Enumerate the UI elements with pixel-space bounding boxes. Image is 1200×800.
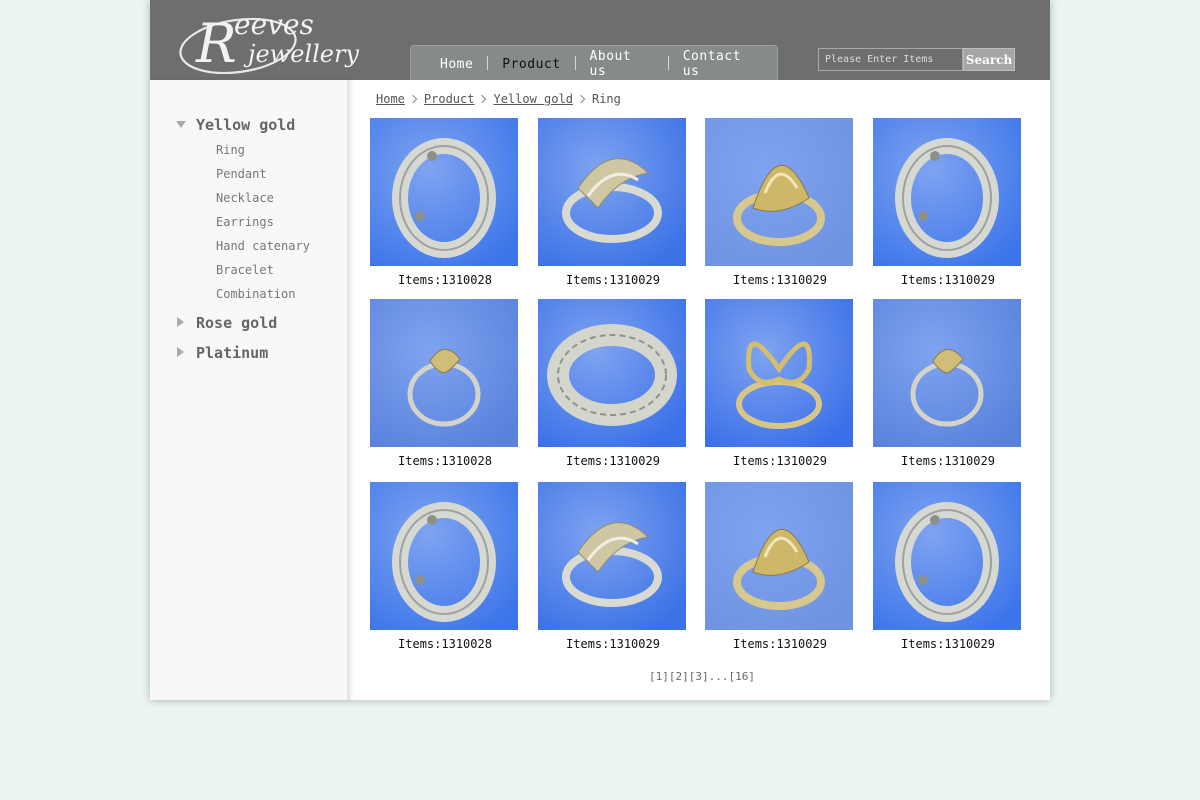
- logo-graphic: R eeves jewellery: [179, 8, 359, 75]
- category-label: Yellow gold: [196, 116, 296, 134]
- product-caption[interactable]: Items:1310029: [538, 637, 688, 651]
- breadcrumb-product[interactable]: Product: [424, 92, 475, 106]
- breadcrumb-yellow-gold[interactable]: Yellow gold: [493, 92, 572, 106]
- search-input[interactable]: [818, 48, 963, 71]
- search-button[interactable]: Search: [963, 48, 1015, 71]
- product-image[interactable]: [538, 299, 686, 447]
- category-rose-gold[interactable]: Rose gold: [150, 312, 350, 334]
- product-card[interactable]: Items:1310029: [705, 118, 855, 287]
- caret-down-icon: [176, 121, 186, 128]
- product-image[interactable]: [370, 118, 518, 266]
- caret-right-icon: [177, 347, 184, 357]
- nav-item-home[interactable]: Home: [426, 57, 487, 72]
- product-card[interactable]: Items:1310028: [370, 118, 520, 287]
- product-card[interactable]: Items:1310029: [538, 299, 688, 468]
- product-card[interactable]: Items:1310029: [705, 482, 855, 651]
- subcategory-combination[interactable]: Combination: [216, 286, 295, 302]
- page: R eeves jewellery Home Product About us …: [150, 0, 1050, 700]
- product-image[interactable]: [873, 299, 1021, 447]
- product-content: Home Product Yellow gold Ring Items:1310…: [353, 80, 1050, 700]
- product-caption[interactable]: Items:1310029: [705, 454, 855, 468]
- nav-item-about-us[interactable]: About us: [576, 49, 668, 79]
- category-yellow-gold[interactable]: Yellow gold: [150, 114, 350, 136]
- chevron-right-icon: [478, 94, 487, 104]
- page-link-1[interactable]: [1]: [649, 670, 669, 683]
- product-image[interactable]: [873, 118, 1021, 266]
- category-platinum[interactable]: Platinum: [150, 342, 350, 364]
- product-caption[interactable]: Items:1310029: [538, 273, 688, 287]
- product-image[interactable]: [705, 482, 853, 630]
- category-label: Platinum: [196, 344, 269, 362]
- product-caption[interactable]: Items:1310029: [705, 273, 855, 287]
- category-sidebar: Yellow gold Ring Pendant Necklace Earrin…: [150, 80, 350, 700]
- page-ellipsis: ...: [708, 670, 729, 683]
- product-card[interactable]: Items:1310029: [873, 482, 1023, 651]
- product-card[interactable]: Items:1310029: [873, 118, 1023, 287]
- caret-right-icon: [177, 317, 184, 327]
- product-image[interactable]: [538, 482, 686, 630]
- product-caption[interactable]: Items:1310029: [873, 454, 1023, 468]
- product-image[interactable]: [705, 118, 853, 266]
- subcategory-earrings[interactable]: Earrings: [216, 214, 274, 230]
- breadcrumb-current: Ring: [591, 92, 621, 106]
- product-caption[interactable]: Items:1310029: [873, 273, 1023, 287]
- subcategory-bracelet[interactable]: Bracelet: [216, 262, 274, 278]
- breadcrumb-home[interactable]: Home: [376, 92, 405, 106]
- product-caption[interactable]: Items:1310029: [538, 454, 688, 468]
- product-card[interactable]: Items:1310029: [538, 482, 688, 651]
- breadcrumb: Home Product Yellow gold Ring: [376, 92, 621, 106]
- subcategory-ring[interactable]: Ring: [216, 142, 245, 158]
- product-image[interactable]: [873, 482, 1021, 630]
- category-label: Rose gold: [196, 314, 278, 332]
- nav-item-product[interactable]: Product: [488, 57, 574, 72]
- chevron-right-icon: [408, 94, 418, 104]
- subcategory-necklace[interactable]: Necklace: [216, 190, 274, 206]
- chevron-right-icon: [576, 94, 586, 104]
- product-caption[interactable]: Items:1310028: [370, 637, 520, 651]
- product-image[interactable]: [370, 299, 518, 447]
- brand-logo[interactable]: R eeves jewellery: [178, 6, 374, 75]
- subcategory-pendant[interactable]: Pendant: [216, 166, 267, 182]
- product-image[interactable]: [705, 299, 853, 447]
- product-caption[interactable]: Items:1310029: [873, 637, 1023, 651]
- header: R eeves jewellery Home Product About us …: [150, 0, 1050, 80]
- product-caption[interactable]: Items:1310028: [370, 454, 520, 468]
- nav-item-contact-us[interactable]: Contact us: [669, 49, 777, 79]
- product-image[interactable]: [538, 118, 686, 266]
- page-link-16[interactable]: [16]: [729, 670, 756, 683]
- logo-line1: eeves: [234, 8, 314, 41]
- product-card[interactable]: Items:1310029: [538, 118, 688, 287]
- product-card[interactable]: Items:1310029: [705, 299, 855, 468]
- search-bar: Search: [818, 48, 1015, 71]
- logo-initial: R: [195, 12, 237, 74]
- product-caption[interactable]: Items:1310029: [705, 637, 855, 651]
- product-caption[interactable]: Items:1310028: [370, 273, 520, 287]
- product-card[interactable]: Items:1310028: [370, 299, 520, 468]
- logo-line2: jewellery: [243, 40, 359, 68]
- product-card[interactable]: Items:1310028: [370, 482, 520, 651]
- page-link-2[interactable]: [2]: [669, 670, 689, 683]
- subcategory-hand-catenary[interactable]: Hand catenary: [216, 238, 310, 254]
- pagination: [1] [2] [3] ... [16]: [649, 670, 755, 683]
- page-link-3[interactable]: [3]: [689, 670, 709, 683]
- product-image[interactable]: [370, 482, 518, 630]
- main-nav: Home Product About us Contact us: [410, 45, 778, 80]
- product-card[interactable]: Items:1310029: [873, 299, 1023, 468]
